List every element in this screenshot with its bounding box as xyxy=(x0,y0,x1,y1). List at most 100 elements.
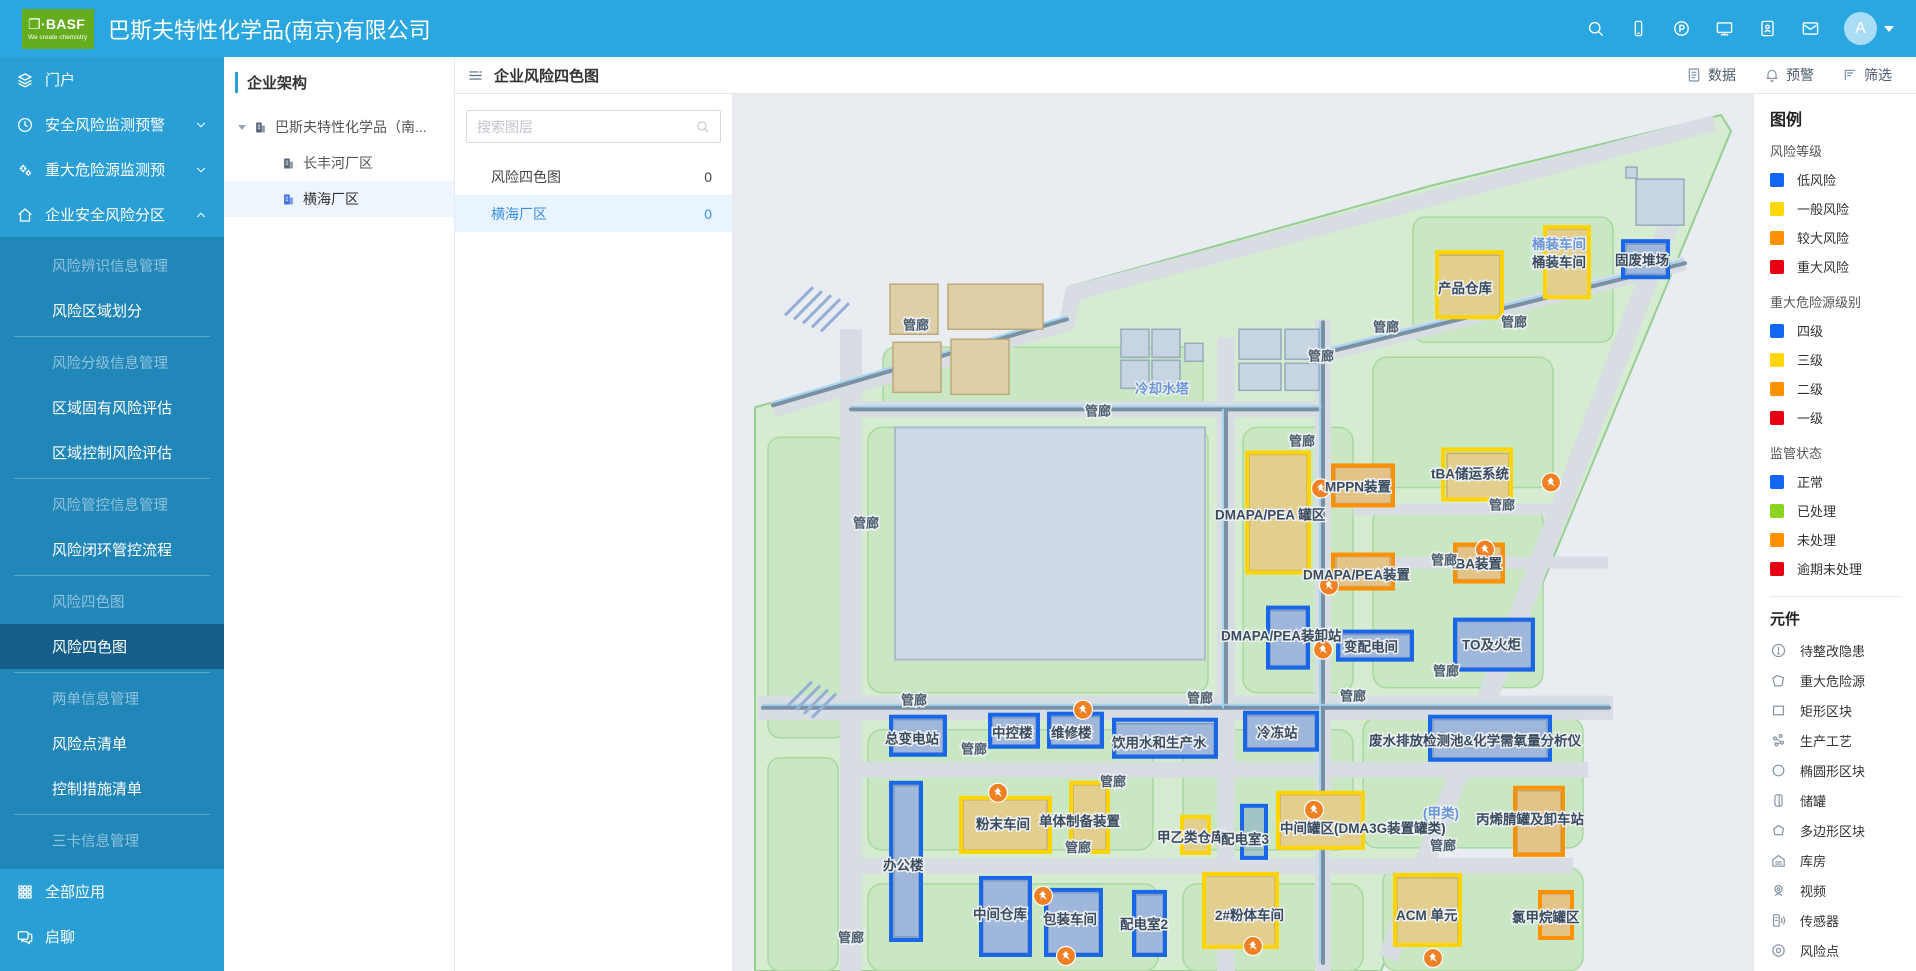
legend-item: 三级 xyxy=(1770,345,1916,374)
mobile-icon[interactable] xyxy=(1629,19,1648,38)
polygon-flag-icon xyxy=(1770,672,1787,689)
map-toolbar: 企业风险四色图 数据 预警 筛选 xyxy=(455,57,1916,94)
zone-label: 废水排放检测池&化学需氧量分析仪 xyxy=(1369,733,1582,749)
submenu-group-label: 风险管控信息管理 xyxy=(0,482,224,527)
chat-icon xyxy=(16,928,34,946)
layer-label: 风险四色图 xyxy=(491,167,561,187)
p-circle-icon[interactable] xyxy=(1672,19,1691,38)
zone-label: 2#粉体车间 xyxy=(1215,907,1284,923)
hazard-marker-icon[interactable] xyxy=(1424,948,1443,967)
component-item: 储罐 xyxy=(1770,785,1916,815)
tree-node[interactable]: 巴斯夫特性化学品（南... xyxy=(224,109,454,145)
legend-swatch xyxy=(1770,562,1784,576)
hazard-marker-icon[interactable] xyxy=(1074,700,1093,719)
legend-swatch xyxy=(1770,533,1784,547)
submenu-item[interactable]: 风险区域划分 xyxy=(0,288,224,333)
corridor-label: 管廊 xyxy=(1501,314,1527,329)
document-icon xyxy=(1686,67,1702,83)
hazard-marker-icon[interactable] xyxy=(1305,800,1324,819)
submenu-divider xyxy=(14,336,210,337)
submenu-item[interactable]: 控制措施清单 xyxy=(0,766,224,811)
sensor-icon xyxy=(1770,912,1787,929)
hazard-marker-icon[interactable] xyxy=(1057,946,1076,965)
zone-label: 冷冻站 xyxy=(1257,725,1298,741)
process-icon xyxy=(1770,732,1787,749)
sidebar-item-3[interactable]: 企业安全风险分区 xyxy=(0,192,224,237)
legend-swatch xyxy=(1770,382,1784,396)
bell-icon xyxy=(1764,67,1780,83)
submenu-item[interactable]: 风险闭环管控流程 xyxy=(0,527,224,572)
video-icon xyxy=(1770,882,1787,899)
submenu-divider xyxy=(14,672,210,673)
monitor-icon[interactable] xyxy=(1715,19,1734,38)
mail-icon[interactable] xyxy=(1801,19,1820,38)
layer-label: 横海厂区 xyxy=(491,204,547,224)
layers-icon xyxy=(16,71,34,89)
filter-button[interactable]: 筛选 xyxy=(1842,65,1892,85)
warehouse-icon xyxy=(1770,852,1787,869)
legend-swatch xyxy=(1770,260,1784,274)
sidebar-footer-chat[interactable]: 启聊 xyxy=(0,914,224,959)
sidebar-footer-switch[interactable]: 切换 xyxy=(0,959,224,971)
alert-button[interactable]: 预警 xyxy=(1764,65,1814,85)
logo-tagline: We create chemistry xyxy=(28,34,88,41)
enterprise-tree-panel: 企业架构 巴斯夫特性化学品（南...长丰河厂区横海厂区 xyxy=(224,57,455,971)
clock-icon xyxy=(16,116,34,134)
legend-title: 图例 xyxy=(1770,106,1916,130)
layer-row[interactable]: 横海厂区0 xyxy=(455,195,732,232)
zone-label: TO及火炬 xyxy=(1462,638,1521,653)
submenu-item[interactable]: 区域固有风险评估 xyxy=(0,385,224,430)
legend-section-title: 监管状态 xyxy=(1770,442,1916,462)
tree-node[interactable]: 横海厂区 xyxy=(224,181,454,217)
zone-label: 总变电站 xyxy=(885,731,939,747)
corridor-label: 管廊 xyxy=(1065,840,1091,855)
zone-label: 甲乙类仓库 xyxy=(1157,829,1225,845)
legend-item: 一级 xyxy=(1770,403,1916,432)
corridor-label: 管廊 xyxy=(838,930,864,945)
hazard-marker-icon[interactable] xyxy=(1244,936,1263,955)
submenu-item[interactable]: 风险四色图 xyxy=(0,624,224,669)
zone-label: 变配电间 xyxy=(1344,639,1398,655)
caret-down-icon xyxy=(1884,26,1894,32)
app-window: ❐·BASF We create chemistry 巴斯夫特性化学品(南京)有… xyxy=(0,0,1916,971)
grid-icon xyxy=(16,883,34,901)
sidebar-item-1[interactable]: 安全风险监测预警 xyxy=(0,102,224,147)
search-icon[interactable] xyxy=(695,119,710,134)
sidebar-item-0[interactable]: 门户 xyxy=(0,57,224,102)
sidebar-footer-grid[interactable]: 全部应用 xyxy=(0,869,224,914)
submenu-item[interactable]: 风险点清单 xyxy=(0,721,224,766)
legend-item: 已处理 xyxy=(1770,496,1916,525)
building-icon xyxy=(281,192,296,207)
legend-swatch xyxy=(1770,475,1784,489)
filter-icon xyxy=(1842,67,1858,83)
hazard-marker-icon[interactable] xyxy=(1034,886,1053,905)
contacts-icon[interactable] xyxy=(1758,19,1777,38)
caret-down-icon[interactable] xyxy=(238,125,246,130)
chevron-down-icon xyxy=(194,118,208,132)
tree-node[interactable]: 长丰河厂区 xyxy=(224,145,454,181)
rect-block-icon xyxy=(1770,702,1787,719)
user-menu[interactable]: A xyxy=(1844,12,1894,45)
site-map-svg[interactable]: 产品仓库桶装车间固废堆场DMAPA/PEA 罐区MPPN装置tBA储运系统DMA… xyxy=(733,94,1753,971)
risk-map[interactable]: 产品仓库桶装车间固废堆场DMAPA/PEA 罐区MPPN装置tBA储运系统DMA… xyxy=(733,94,1753,971)
data-button[interactable]: 数据 xyxy=(1686,65,1736,85)
layer-row[interactable]: 风险四色图0 xyxy=(455,158,732,195)
sidebar-item-2[interactable]: 重大危险源监测预 xyxy=(0,147,224,192)
risk-point-icon xyxy=(1770,942,1787,959)
hazard-marker-icon[interactable] xyxy=(1542,473,1561,492)
hazard-marker-icon[interactable] xyxy=(989,783,1008,802)
legend-item: 较大风险 xyxy=(1770,223,1916,252)
basf-logo: ❐·BASF We create chemistry xyxy=(22,9,94,49)
layer-search-box[interactable] xyxy=(466,110,721,143)
component-item: 椭圆形区块 xyxy=(1770,755,1916,785)
layer-search-input[interactable] xyxy=(477,119,695,135)
layers-menu-icon[interactable] xyxy=(467,67,484,84)
legend-item: 低风险 xyxy=(1770,165,1916,194)
search-icon[interactable] xyxy=(1586,19,1605,38)
basemap-label: 冷却水塔 xyxy=(1135,380,1189,396)
avatar[interactable]: A xyxy=(1844,12,1877,45)
legend-swatch xyxy=(1770,411,1784,425)
zone-label: 桶装车间 xyxy=(1532,254,1586,270)
submenu-item[interactable]: 区域控制风险评估 xyxy=(0,430,224,475)
corridor-label: 管廊 xyxy=(961,742,987,757)
